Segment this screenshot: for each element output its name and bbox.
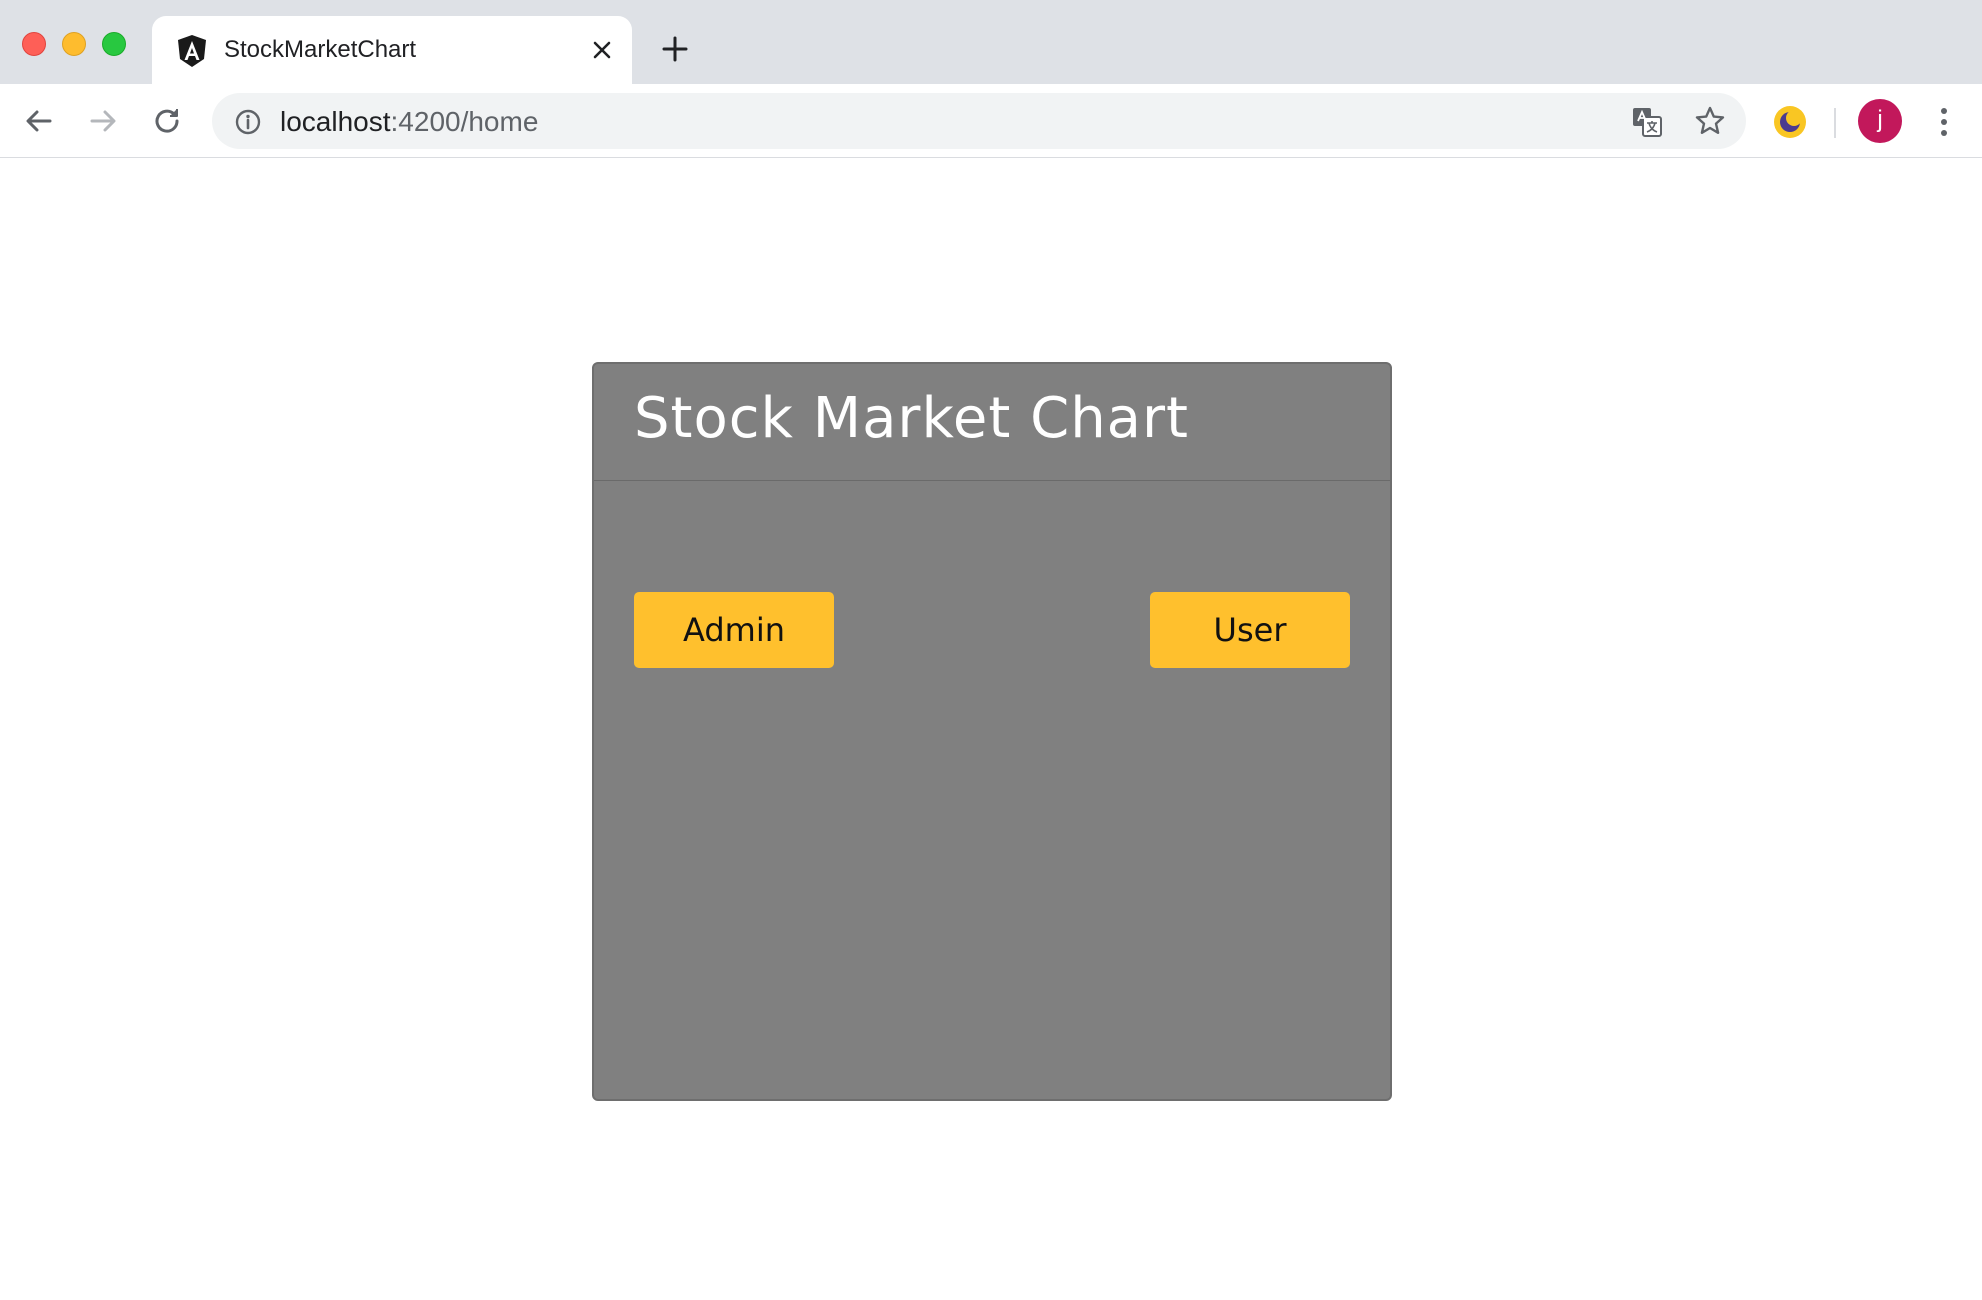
toolbar-divider (1834, 108, 1836, 138)
browser-tabstrip: StockMarketChart (0, 0, 1982, 84)
browser-toolbar: localhost:4200/home j (0, 84, 1982, 158)
back-arrow-icon[interactable] (22, 104, 56, 138)
stock-market-card: Stock Market Chart Admin User (592, 362, 1392, 1101)
url-path: :4200/home (390, 106, 539, 137)
window-maximize-button[interactable] (102, 32, 126, 56)
close-icon[interactable] (590, 38, 614, 62)
card-header: Stock Market Chart (594, 364, 1390, 481)
admin-button[interactable]: Admin (634, 592, 834, 668)
page-title: Stock Market Chart (634, 386, 1189, 451)
more-menu-icon[interactable] (1932, 104, 1956, 140)
new-tab-plus-icon[interactable] (660, 34, 690, 64)
reload-icon[interactable] (150, 104, 184, 138)
angular-icon (176, 34, 208, 68)
profile-avatar[interactable]: j (1858, 99, 1902, 143)
url-host: localhost (280, 106, 391, 137)
tab-title: StockMarketChart (224, 36, 417, 63)
extension-moon-icon[interactable] (1772, 104, 1808, 140)
user-button[interactable]: User (1150, 592, 1350, 668)
address-bar[interactable]: localhost:4200/home (212, 93, 1746, 149)
info-icon[interactable] (234, 108, 262, 136)
browser-tab-active[interactable]: StockMarketChart (152, 16, 632, 84)
forward-arrow-icon[interactable] (86, 104, 120, 138)
window-minimize-button[interactable] (62, 32, 86, 56)
translate-icon[interactable] (1630, 105, 1664, 139)
bookmark-star-icon[interactable] (1694, 105, 1726, 137)
address-url[interactable]: localhost:4200/home (280, 106, 538, 138)
window-close-button[interactable] (22, 32, 46, 56)
